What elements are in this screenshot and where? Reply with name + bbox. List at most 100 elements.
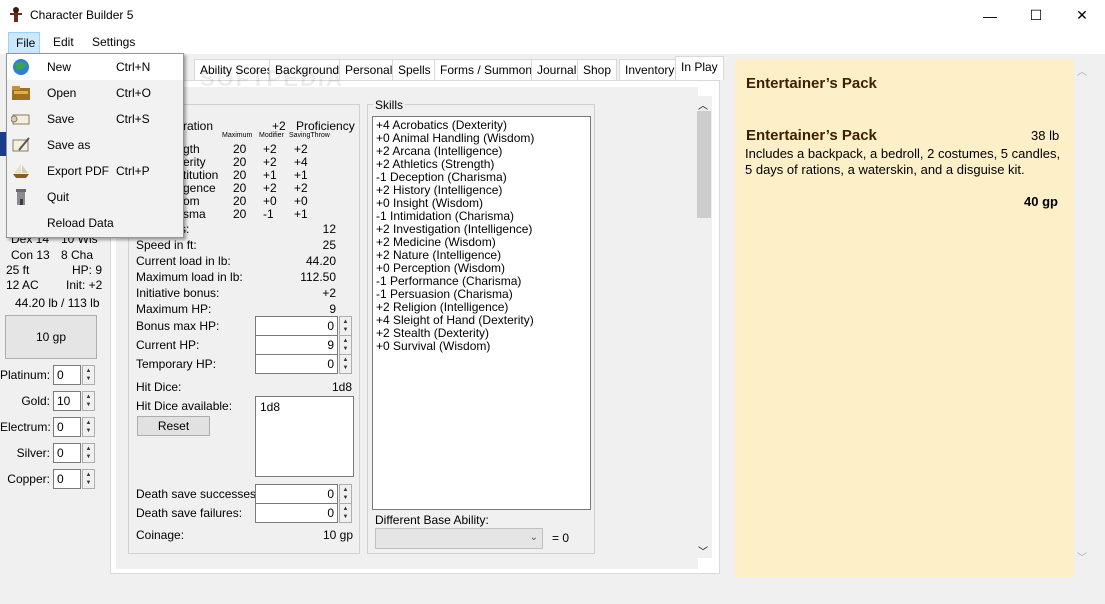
menu-item-new[interactable]: New Ctrl+N <box>7 54 183 80</box>
tab-in-play[interactable]: In Play <box>675 56 724 80</box>
menu-item-reload-data[interactable]: Reload Data <box>7 210 183 236</box>
chevron-up-icon: ▲ <box>85 368 92 374</box>
hit-dice-available-box[interactable]: 1d8 <box>255 396 354 477</box>
menu-edit[interactable]: Edit <box>53 35 74 49</box>
menu-item-label: Save as <box>47 138 91 152</box>
coinage-label: Coinage: <box>136 528 185 542</box>
scroll-up-icon[interactable]: ︿ <box>1077 63 1087 78</box>
chevron-down-icon: ▼ <box>342 327 349 333</box>
menu-file[interactable]: File <box>8 32 40 54</box>
stat-label-speed-in-ft: Speed in ft: <box>136 238 197 252</box>
hp-stepper[interactable]: ▲ ▼ <box>339 335 352 355</box>
chevron-down-icon: ⌄ <box>529 532 538 543</box>
coin-input-electrum[interactable]: 0 <box>53 417 81 437</box>
chevron-up-icon: ▲ <box>85 446 92 452</box>
stat-label-maximum-hp: Maximum HP: <box>136 302 212 316</box>
scroll-pen-icon <box>11 136 31 154</box>
coin-input-copper[interactable]: 0 <box>53 469 81 489</box>
app-icon <box>8 6 24 24</box>
ability-max: 20 <box>233 155 247 169</box>
cha-score: 8 Cha <box>61 248 94 262</box>
chevron-down-icon: ▼ <box>342 365 349 371</box>
ability-max: 20 <box>233 168 247 182</box>
scroll-down-icon[interactable]: ﹀ <box>698 543 708 558</box>
menu-item-label: Open <box>47 86 77 100</box>
ac-summary: 12 AC <box>6 278 39 292</box>
title-bar: Character Builder 5 — ☐ ✕ <box>0 0 1105 31</box>
detail-scrollbar[interactable]: ︿ ﹀ <box>1074 59 1091 577</box>
menu-item-save[interactable]: Save Ctrl+S <box>7 106 183 132</box>
death-stepper[interactable]: ▲ ▼ <box>339 484 352 504</box>
hp-input-temporary-hp[interactable]: 0 <box>255 354 338 374</box>
reset-label: Reset <box>157 419 190 433</box>
death-stepper[interactable]: ▲ ▼ <box>339 503 352 523</box>
base-ability-select[interactable]: ⌄ <box>375 528 543 549</box>
ability-name: gence <box>183 181 216 195</box>
menu-item-label: Save <box>47 112 75 126</box>
coin-input-platinum[interactable]: 0 <box>53 365 81 385</box>
coin-label-silver: Silver: <box>16 446 50 460</box>
coin-input-silver[interactable]: 0 <box>53 443 81 463</box>
hit-dice-value: 1d8 <box>332 380 353 394</box>
menu-item-quit[interactable]: Quit <box>7 184 183 210</box>
menu-item-export-pdf[interactable]: Export PDF Ctrl+P <box>7 158 183 184</box>
init-summary: Init: +2 <box>66 278 103 292</box>
death-input-death-save-failures[interactable]: 0 <box>255 503 338 523</box>
ability-max: 20 <box>233 194 247 208</box>
minimize-button[interactable]: — <box>967 0 1013 31</box>
tab-spells[interactable]: Spells <box>392 59 437 80</box>
file-menu-dropdown: New Ctrl+N Open Ctrl+O Save Ctrl+S Save as Expo… <box>6 53 184 238</box>
coin-stepper[interactable]: ▲ ▼ <box>82 469 95 489</box>
stat-value-s: 12 <box>322 222 336 236</box>
tower-icon <box>11 188 31 206</box>
stat-value-maximum-hp: 9 <box>329 302 336 316</box>
scrollbar-thumb[interactable] <box>697 111 711 218</box>
ability-header-modifier: +2 <box>272 119 286 133</box>
tab-journal[interactable]: Journal <box>531 59 583 80</box>
tab-personal[interactable]: Personal <box>339 59 399 80</box>
ability-header-name: ration <box>183 119 214 133</box>
coin-stepper[interactable]: ▲ ▼ <box>82 365 95 385</box>
stat-label-maximum-load-in-lb: Maximum load in lb: <box>136 270 243 284</box>
menu-item-save-as[interactable]: Save as <box>7 132 183 158</box>
ability-sub-saving: SavingThrow <box>289 132 330 139</box>
scroll-down-icon[interactable]: ﹀ <box>1077 549 1087 564</box>
skill-item[interactable]: +0 Survival (Wisdom) <box>376 340 587 353</box>
chevron-down-icon: ▼ <box>85 428 92 434</box>
globe-icon <box>11 58 31 76</box>
reset-button[interactable]: Reset <box>137 416 210 436</box>
close-button[interactable]: ✕ <box>1059 0 1105 31</box>
coin-input-gold[interactable]: 10 <box>53 391 81 411</box>
stat-value-initiative-bonus: +2 <box>322 286 336 300</box>
coin-stepper[interactable]: ▲ ▼ <box>82 391 95 411</box>
menu-item-shortcut: Ctrl+O <box>116 86 152 100</box>
ability-name: sma <box>183 207 206 221</box>
coin-stepper[interactable]: ▲ ▼ <box>82 443 95 463</box>
skills-list[interactable]: +4 Acrobatics (Dexterity) +0 Animal Handl… <box>372 116 591 510</box>
scroll-up-icon[interactable]: ︿ <box>698 97 708 112</box>
ability-save: +1 <box>294 207 308 221</box>
ability-name: erity <box>183 155 206 169</box>
maximize-icon: ☐ <box>1029 7 1043 23</box>
hp-input-bonus-max-hp[interactable]: 0 <box>255 316 338 336</box>
coin-label-electrum: Electrum: <box>0 420 51 434</box>
tab-inventory[interactable]: Inventory <box>619 59 681 80</box>
chevron-down-icon: ▼ <box>342 346 349 352</box>
coin-total: 10 gp <box>35 330 67 344</box>
menu-settings[interactable]: Settings <box>92 35 135 49</box>
ability-save: +0 <box>294 194 308 208</box>
chevron-up-icon: ▲ <box>342 357 349 363</box>
tab-forms-summons[interactable]: Forms / Summons <box>434 59 545 80</box>
coin-stepper[interactable]: ▲ ▼ <box>82 417 95 437</box>
stat-label-initiative-bonus: Initiative bonus: <box>136 286 220 300</box>
menu-item-open[interactable]: Open Ctrl+O <box>7 80 183 106</box>
hp-stepper[interactable]: ▲ ▼ <box>339 316 352 336</box>
death-input-death-save-successes[interactable]: 0 <box>255 484 338 504</box>
tab-shop[interactable]: Shop <box>577 59 618 80</box>
coin-total-button[interactable]: 10 gp <box>5 315 97 359</box>
hp-stepper[interactable]: ▲ ▼ <box>339 354 352 374</box>
hp-input-current-hp[interactable]: 9 <box>255 335 338 355</box>
ability-name: om <box>183 194 200 208</box>
window-title: Character Builder 5 <box>30 8 134 22</box>
maximize-button[interactable]: ☐ <box>1013 0 1059 31</box>
